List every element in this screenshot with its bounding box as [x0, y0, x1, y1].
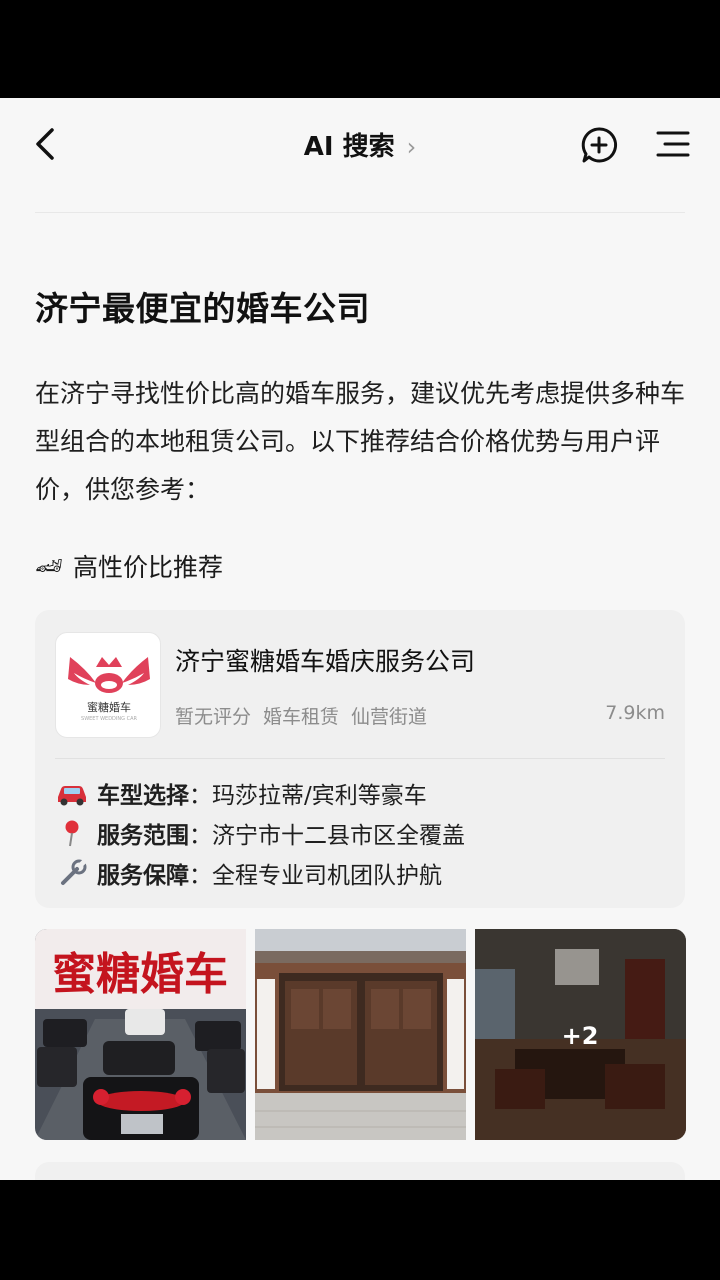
feature-value: 济宁市十二县市区全覆盖 [212, 823, 465, 849]
ai-search-screen: AI 搜索 › 济宁最便宜的婚车公司 在济宁寻找性价比高的婚车服务，建议优先考虑提… [0, 98, 720, 1180]
company-meta: 暂无评分 婚车租赁 仙营街道 7.9km [175, 702, 665, 729]
new-chat-icon[interactable] [580, 126, 618, 164]
card-divider [55, 758, 665, 759]
top-navigation: AI 搜索 › [0, 98, 720, 213]
feature-key: 服务范围 [97, 823, 189, 849]
car-icon [55, 779, 89, 807]
company-name[interactable]: 济宁蜜糖婚车婚庆服务公司 [175, 642, 475, 678]
business-card[interactable]: 蜜糖婚车 SWEET WEDDING CAR 济宁蜜糖婚车婚庆服务公司 暂无评分… [35, 610, 685, 908]
pin-icon [55, 819, 89, 847]
storefront-photo[interactable] [255, 929, 466, 1140]
feature-row: 服务保障：全程专业司机团队护航 [55, 856, 442, 890]
feature-row: 车型选择：玛莎拉蒂/宾利等豪车 [55, 776, 427, 810]
race-car-icon: 🏎 [35, 553, 63, 579]
feature-value: 全程专业司机团队护航 [212, 863, 442, 889]
feature-value: 玛莎拉蒂/宾利等豪车 [212, 783, 427, 809]
nav-divider [35, 212, 685, 213]
banner-text: 蜜糖婚车 [52, 949, 228, 1000]
feature-key: 车型选择 [97, 783, 189, 809]
photo-gallery: 蜜糖婚车 +2 [35, 929, 686, 1140]
section-title-text: 高性价比推荐 [72, 553, 223, 582]
office-interior-photo[interactable]: +2 [475, 929, 686, 1140]
wrench-icon [55, 859, 89, 887]
chevron-right-icon: › [406, 133, 417, 161]
answer-intro: 在济宁寻找性价比高的婚车服务，建议优先考虑提供多种车型组合的本地租赁公司。以下推… [35, 379, 686, 504]
nav-title-text: AI 搜索 [303, 132, 395, 162]
company-logo[interactable]: 蜜糖婚车 SWEET WEDDING CAR [55, 632, 161, 738]
wedding-cars-photo[interactable]: 蜜糖婚车 [35, 929, 246, 1140]
feature-colon: ： [189, 783, 212, 809]
feature-key: 服务保障 [97, 863, 189, 889]
status-bar-blackout [0, 0, 720, 98]
menu-icon[interactable] [655, 128, 691, 160]
category-text: 婚车租赁 [263, 706, 340, 728]
feature-colon: ： [189, 823, 212, 849]
query-heading: 济宁最便宜的婚车公司 [35, 289, 370, 328]
logo-subtext: SWEET WEDDING CAR [81, 716, 137, 722]
area-text: 仙营街道 [351, 706, 428, 728]
feature-row: 服务范围：济宁市十二县市区全覆盖 [55, 816, 465, 850]
logo-text: 蜜糖婚车 [87, 701, 131, 714]
distance-text: 7.9km [605, 702, 665, 724]
more-photos-count: +2 [562, 1022, 599, 1050]
rating-text: 暂无评分 [175, 706, 252, 728]
section-title: 🏎 高性价比推荐 [35, 548, 223, 584]
feature-colon: ： [189, 863, 212, 889]
bottom-bar-blackout [0, 1180, 720, 1280]
next-result-card [35, 1162, 685, 1180]
